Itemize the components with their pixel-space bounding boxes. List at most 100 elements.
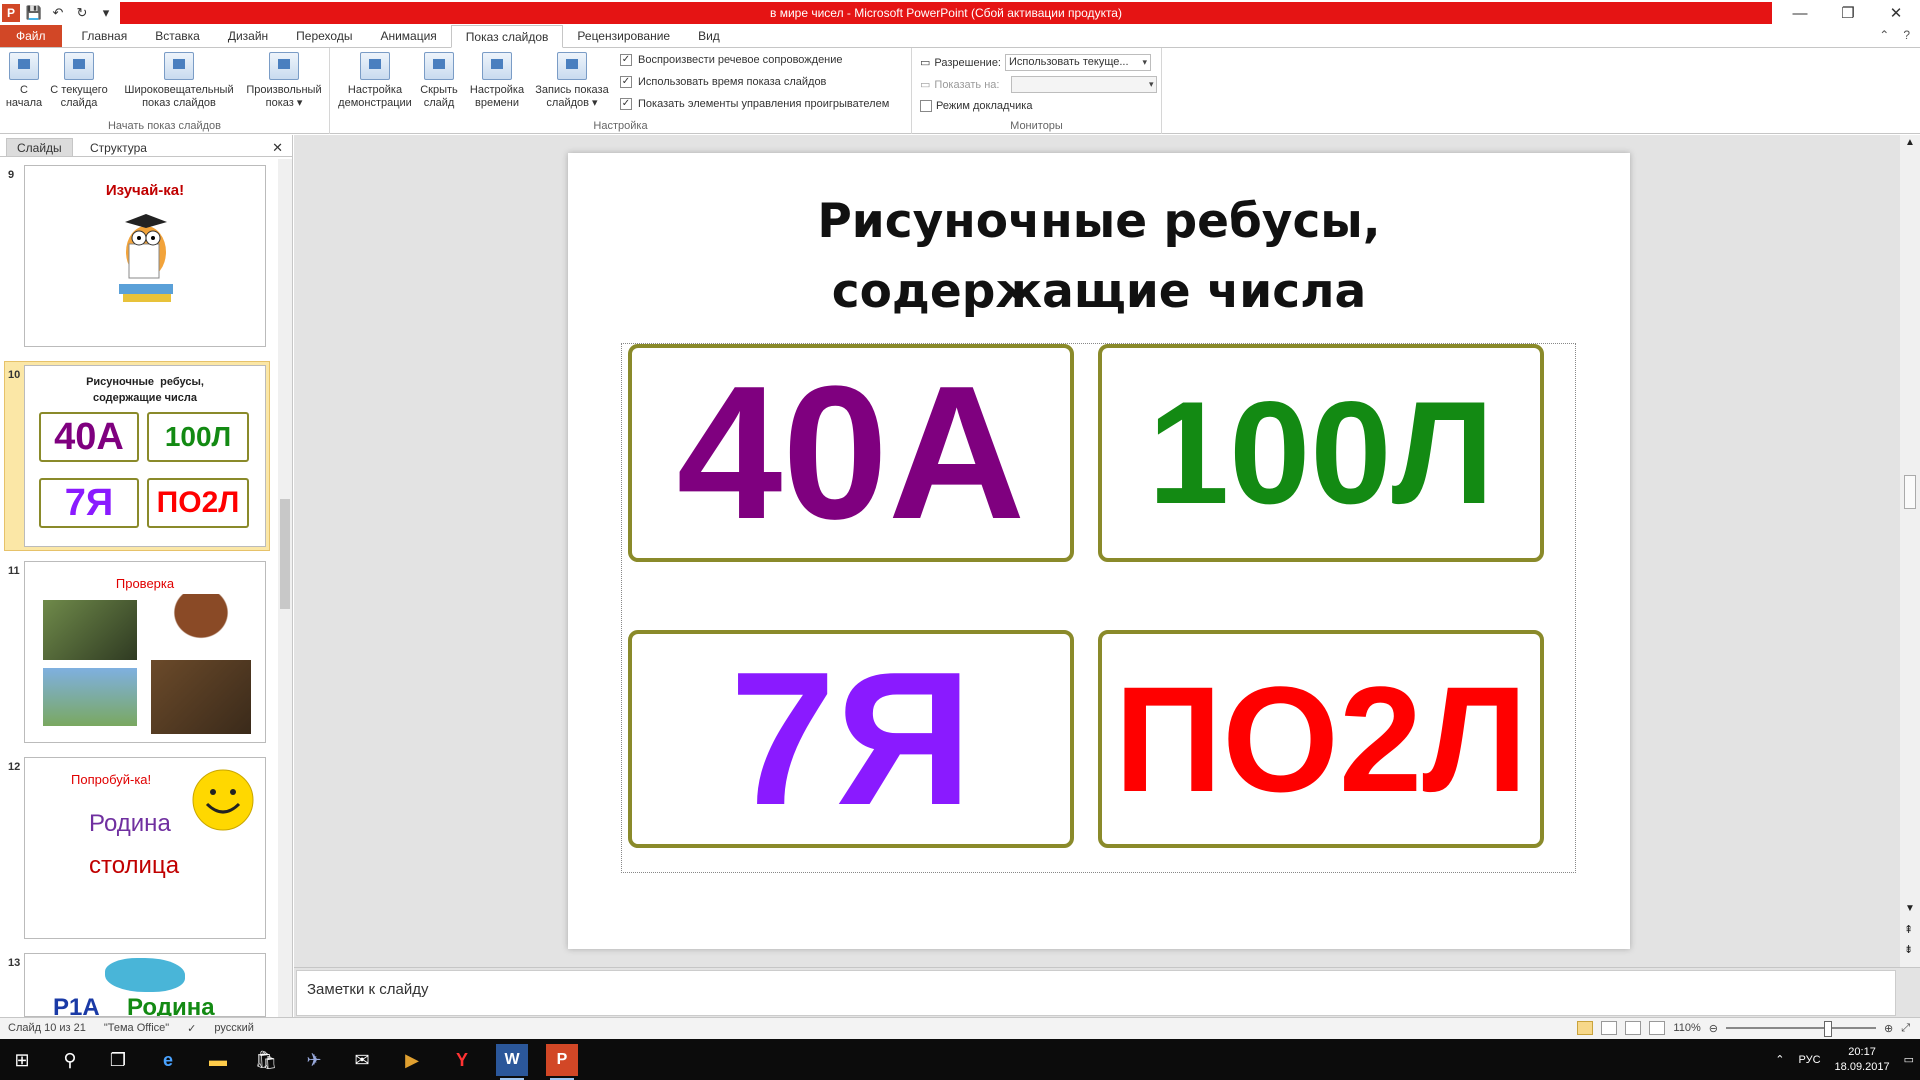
fit-to-window-icon[interactable]: ⤢: [1901, 1022, 1910, 1035]
tab-slides[interactable]: Слайды: [6, 138, 73, 157]
from-beginning-button[interactable]: С начала: [4, 52, 44, 110]
broadcast-icon: [164, 52, 194, 80]
content-placeholder[interactable]: 40А 100Л 7Я ПО2Л: [621, 343, 1576, 873]
undo-icon[interactable]: ↶: [48, 3, 68, 23]
custom-show-button[interactable]: Произвольный показ ▾: [242, 52, 326, 110]
scroll-down-icon[interactable]: ▼: [1905, 903, 1915, 914]
checkbox-unchecked-icon: [920, 100, 932, 112]
next-slide-icon[interactable]: ⇟: [1904, 943, 1913, 956]
reading-view-icon[interactable]: [1625, 1021, 1642, 1035]
use-timings-checkbox[interactable]: ✓ Использовать время показа слайдов: [620, 76, 826, 88]
scrollbar-thumb[interactable]: [1904, 475, 1916, 509]
group-label: Настройка: [593, 120, 648, 132]
store-icon[interactable]: 🛍: [250, 1044, 282, 1076]
tab-insert[interactable]: Вставка: [141, 25, 214, 47]
show-on-dropdown[interactable]: [1011, 76, 1158, 93]
editor-scrollbar[interactable]: ▲ ▼ ⇞ ⇟: [1900, 135, 1920, 967]
clock[interactable]: 20:17 18.09.2017: [1835, 1045, 1890, 1075]
timer-icon: [482, 52, 512, 80]
zoom-slider[interactable]: [1725, 1021, 1876, 1037]
checkbox-checked-icon: ✓: [620, 98, 632, 110]
status-bar: Слайд 10 из 21 "Тема Office" ✓ русский 1…: [0, 1017, 1920, 1039]
notes-textbox[interactable]: Заметки к слайду: [296, 970, 1896, 1016]
zoom-in-icon[interactable]: ⊕: [1884, 1022, 1893, 1035]
help-icon[interactable]: ?: [1903, 28, 1910, 42]
minimize-ribbon-icon[interactable]: ⌃: [1879, 28, 1889, 42]
file-explorer-icon[interactable]: ▬: [202, 1044, 234, 1076]
tab-home[interactable]: Главная: [68, 25, 142, 47]
redo-icon[interactable]: ↻: [72, 3, 92, 23]
slideshow-start-icon: [9, 52, 39, 80]
checkbox-checked-icon: ✓: [620, 54, 632, 66]
scroll-up-icon[interactable]: ▲: [1905, 137, 1915, 148]
from-current-button[interactable]: С текущего слайда: [48, 52, 110, 110]
rebus-card[interactable]: ПО2Л: [1098, 630, 1544, 848]
show-media-controls-checkbox[interactable]: ✓ Показать элементы управления проигрыват…: [620, 98, 889, 110]
slide-title[interactable]: Рисуночные ребусы, содержащие числа: [568, 187, 1630, 327]
slides-pane-scrollbar[interactable]: [278, 159, 292, 1017]
tab-slideshow[interactable]: Показ слайдов: [450, 25, 564, 48]
mini-rebus: 40А: [39, 412, 139, 462]
tab-review[interactable]: Рецензирование: [563, 25, 684, 47]
previous-slide-icon[interactable]: ⇞: [1904, 923, 1913, 936]
theme-name: "Тема Office": [103, 1022, 170, 1034]
slide-preview: Проверка: [24, 561, 266, 743]
tab-transitions[interactable]: Переходы: [282, 25, 366, 47]
table-photo: [155, 594, 247, 656]
custom-show-icon: [269, 52, 299, 80]
slideshow-view-icon[interactable]: [1649, 1021, 1666, 1035]
powerpoint-icon[interactable]: P: [546, 1044, 578, 1080]
chevron-up-icon[interactable]: ⌃: [1775, 1053, 1784, 1066]
windows-taskbar: ⊞ ⚲ ❐ e ▬ 🛍 ✈ ✉ ▶ Y W P ⌃ РУС 20:17 18.0…: [0, 1039, 1920, 1080]
normal-view-icon[interactable]: [1577, 1021, 1594, 1035]
close-icon[interactable]: ✕: [272, 140, 283, 156]
tab-design[interactable]: Дизайн: [214, 25, 282, 47]
close-icon[interactable]: ✕: [1872, 0, 1920, 26]
word-icon[interactable]: W: [496, 1044, 528, 1080]
owl-scholar-image: [119, 214, 173, 302]
hide-slide-button[interactable]: Скрыть слайд: [418, 52, 460, 110]
app-icon[interactable]: ✈: [298, 1044, 330, 1076]
slide-canvas[interactable]: Рисуночные ребусы, содержащие числа 40А …: [568, 153, 1630, 949]
rebus-card[interactable]: 40А: [628, 344, 1074, 562]
zoom-out-icon[interactable]: ⊖: [1709, 1022, 1718, 1035]
language-indicator[interactable]: русский: [214, 1022, 253, 1035]
play-narrations-checkbox[interactable]: ✓ Воспроизвести речевое сопровождение: [620, 54, 843, 66]
mail-icon[interactable]: ✉: [346, 1044, 378, 1076]
quick-access-toolbar: P 💾 ↶ ↻ ▾: [0, 0, 116, 26]
slide-sorter-icon[interactable]: [1601, 1021, 1618, 1035]
save-icon[interactable]: 💾: [24, 3, 44, 23]
keyboard-language[interactable]: РУС: [1799, 1054, 1821, 1066]
show-on-row: ▭ Показать на:: [920, 76, 1158, 93]
presenter-view-checkbox[interactable]: Режим докладчика: [920, 100, 1032, 112]
tab-file[interactable]: Файл: [0, 25, 62, 47]
slide-counter: Слайд 10 из 21: [8, 1022, 86, 1034]
tab-animation[interactable]: Анимация: [366, 25, 450, 47]
customize-qat-icon[interactable]: ▾: [96, 3, 116, 23]
rebus-card[interactable]: 100Л: [1098, 344, 1544, 562]
search-icon[interactable]: ⚲: [54, 1044, 86, 1076]
edge-icon[interactable]: e: [152, 1044, 184, 1076]
scrollbar-thumb[interactable]: [280, 499, 290, 609]
rehearse-timings-button[interactable]: Настройка времени: [466, 52, 528, 110]
record-slideshow-button[interactable]: Запись показа слайдов ▾: [532, 52, 612, 110]
tab-view[interactable]: Вид: [684, 25, 734, 47]
notifications-icon[interactable]: ▭: [1904, 1053, 1914, 1066]
restore-icon[interactable]: ❐: [1824, 0, 1872, 26]
monitor-icon: ▭: [920, 79, 931, 91]
spellcheck-icon[interactable]: ✓: [187, 1022, 196, 1035]
resolution-dropdown[interactable]: Использовать текуще...: [1005, 54, 1151, 71]
setup-show-button[interactable]: Настройка демонстрации: [336, 52, 414, 110]
start-icon[interactable]: ⊞: [6, 1044, 38, 1076]
rebus-text: 100Л: [1147, 371, 1495, 534]
rebus-card[interactable]: 7Я: [628, 630, 1074, 848]
tab-outline[interactable]: Структура: [80, 138, 157, 157]
rebus-text: 7Я: [729, 633, 973, 845]
task-view-icon[interactable]: ❐: [102, 1044, 134, 1076]
broadcast-button[interactable]: Широковещательный показ слайдов: [118, 52, 240, 110]
zoom-level[interactable]: 110%: [1673, 1022, 1700, 1034]
media-player-icon[interactable]: ▶: [396, 1044, 428, 1076]
powerpoint-app-icon[interactable]: P: [2, 4, 20, 22]
yandex-browser-icon[interactable]: Y: [446, 1044, 478, 1076]
minimize-icon[interactable]: —: [1776, 0, 1824, 26]
